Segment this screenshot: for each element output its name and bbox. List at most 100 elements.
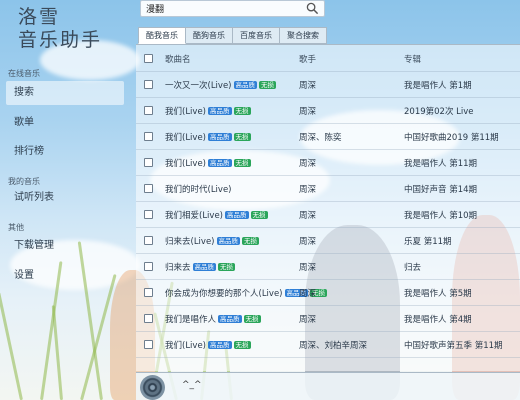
album-cell: 我是唱作人 第1期 <box>404 81 472 91</box>
quality-badge: 无损 <box>233 341 251 349</box>
song-name-cell: 我们(Live) 高品质 无损 <box>165 131 251 143</box>
sidebar-item-trial-list[interactable]: 试听列表 <box>6 186 124 210</box>
row-checkbox[interactable] <box>144 288 153 297</box>
song-name-cell: 我们(Live) 高品质 无损 <box>165 105 251 117</box>
row-checkbox[interactable] <box>144 80 153 89</box>
album-cell: 中国好歌声第五季 第11期 <box>404 341 503 351</box>
quality-badge: 无损 <box>233 107 251 115</box>
artist-cell: 周深 <box>299 211 317 221</box>
row-checkbox[interactable] <box>144 158 153 167</box>
album-cell: 我是唱作人 第4期 <box>404 315 472 325</box>
album-cell: 我是唱作人 第10期 <box>404 211 478 221</box>
quality-badge: 高品质 <box>225 211 249 219</box>
artist-cell: 周深 <box>299 315 317 325</box>
player-status-text: ^_^ <box>182 380 202 390</box>
row-checkbox[interactable] <box>144 262 153 271</box>
table-row[interactable]: 我们的时代(Live) 周深 中国好声音 第14期 <box>136 175 520 202</box>
song-name: 一次又一次(Live) <box>165 81 232 91</box>
app-title-line2: 音乐助手 <box>18 29 103 51</box>
song-name-cell: 我们相爱(Live) 高品质 无损 <box>165 209 268 221</box>
song-name-cell: 我们是唱作人 高品质 无损 <box>165 313 261 325</box>
section-label-online-music: 在线音乐 <box>8 69 40 78</box>
artist-cell: 周深 <box>299 289 317 299</box>
quality-badge: 高品质 <box>192 263 217 271</box>
song-name: 我们相爱(Live) <box>165 211 223 221</box>
select-all-checkbox[interactable] <box>144 54 153 63</box>
header-album: 专辑 <box>404 55 422 65</box>
search-input[interactable] <box>141 1 296 16</box>
artist-cell: 周深 <box>299 107 317 117</box>
album-cell: 乐夏 第11期 <box>404 237 452 247</box>
quality-badge: 无损 <box>250 211 268 219</box>
artist-cell: 周深 <box>299 81 317 91</box>
app-window: 洛雪 音乐助手 在线音乐 搜索 歌单 排行榜 我的音乐 试听列表 其他 下载管理… <box>0 0 520 400</box>
quality-badge: 无损 <box>233 133 251 141</box>
song-name: 我们(Live) <box>165 107 206 117</box>
song-name-cell: 我们(Live) 高品质 无损 <box>165 339 251 351</box>
header-song-name: 歌曲名 <box>165 55 191 65</box>
quality-badge: 高品质 <box>233 81 257 89</box>
row-checkbox[interactable] <box>144 210 153 219</box>
row-checkbox[interactable] <box>144 106 153 115</box>
quality-badge: 无损 <box>243 315 261 323</box>
song-name: 我们(Live) <box>165 159 206 169</box>
table-row[interactable]: 你会成为你想要的那个人(Live) 高品质 无损 周深 我是唱作人 第5期 <box>136 279 520 306</box>
row-checkbox[interactable] <box>144 236 153 245</box>
album-cell: 我是唱作人 第11期 <box>404 159 478 169</box>
song-name-cell: 一次又一次(Live) 高品质 无损 <box>165 79 276 91</box>
table-row[interactable]: 我们是唱作人 高品质 无损 周深 我是唱作人 第4期 <box>136 305 520 332</box>
artist-cell: 周深 <box>299 263 317 273</box>
table-row[interactable]: 一次又一次(Live) 高品质 无损 周深 我是唱作人 第1期 <box>136 71 520 98</box>
quality-badge: 无损 <box>218 263 236 271</box>
song-name: 归来去(Live) <box>165 237 215 247</box>
player-bar: ^_^ <box>136 372 520 400</box>
album-cell: 中国好歌曲2019 第11期 <box>404 133 499 143</box>
sidebar-item-downloads[interactable]: 下载管理 <box>6 234 124 258</box>
results-table: 歌曲名 歌手 专辑 一次又一次(Live) 高品质 无损 周深 我是唱作人 第1期 我们(… <box>136 44 520 371</box>
table-row[interactable]: 我们(Live) 高品质 无损 周深 我是唱作人 第11期 <box>136 149 520 176</box>
tab-baidu[interactable]: 百度音乐 <box>233 27 280 44</box>
song-name: 我们(Live) <box>165 133 206 143</box>
album-cell: 我是唱作人 第5期 <box>404 289 472 299</box>
song-name: 我们是唱作人 <box>165 315 217 325</box>
album-cell: 中国好声音 第14期 <box>404 185 478 195</box>
song-name-cell: 归来去(Live) 高品质 无损 <box>165 235 259 247</box>
tab-kugou[interactable]: 酷狗音乐 <box>186 27 233 44</box>
section-label-other: 其他 <box>8 223 24 232</box>
table-row[interactable]: 我们相爱(Live) 高品质 无损 周深 我是唱作人 第10期 <box>136 201 520 228</box>
artist-cell: 周深、陈奕 <box>299 133 342 143</box>
song-name-cell: 我们的时代(Live) <box>165 183 232 195</box>
tab-aggregate[interactable]: 聚合搜索 <box>280 27 327 44</box>
table-header: 歌曲名 歌手 专辑 <box>136 45 520 72</box>
tab-kuwo[interactable]: 酷我音乐 <box>138 27 186 44</box>
table-row[interactable]: 归来去(Live) 高品质 无损 周深 乐夏 第11期 <box>136 227 520 254</box>
sidebar: 洛雪 音乐助手 在线音乐 搜索 歌单 排行榜 我的音乐 试听列表 其他 下载管理… <box>0 0 132 400</box>
sidebar-item-songlist[interactable]: 歌单 <box>6 111 124 135</box>
quality-badge: 高品质 <box>208 133 232 141</box>
row-checkbox[interactable] <box>144 132 153 141</box>
table-row[interactable]: 我们(Live) 高品质 无损 周深 2019第02次 Live <box>136 97 520 124</box>
table-row[interactable]: 我们(Live) 高品质 无损 周深、刘柏辛周深 中国好歌声第五季 第11期 <box>136 331 520 358</box>
table-row[interactable]: 归来去 高品质 无损 周深 归去 <box>136 253 520 280</box>
song-name: 你会成为你想要的那个人(Live) <box>165 289 283 299</box>
quality-badge: 高品质 <box>216 237 240 245</box>
album-cell: 归去 <box>404 263 422 273</box>
table-row[interactable]: 我们(Live) 高品质 无损 周深、陈奕 中国好歌曲2019 第11期 <box>136 123 520 150</box>
quality-badge: 高品质 <box>208 159 232 167</box>
search-icon[interactable] <box>306 2 319 15</box>
sidebar-item-search[interactable]: 搜索 <box>6 81 124 105</box>
song-name: 归来去 <box>165 263 191 273</box>
artist-cell: 周深、刘柏辛周深 <box>299 341 368 351</box>
row-checkbox[interactable] <box>144 314 153 323</box>
artist-cell: 周深 <box>299 185 317 195</box>
song-name: 我们的时代(Live) <box>165 185 232 195</box>
song-name-cell: 归来去 高品质 无损 <box>165 261 236 273</box>
quality-badge: 高品质 <box>208 107 232 115</box>
sidebar-item-leaderboard[interactable]: 排行榜 <box>6 140 124 164</box>
album-disc-icon[interactable] <box>140 375 165 400</box>
row-checkbox[interactable] <box>144 184 153 193</box>
album-cell: 2019第02次 Live <box>404 107 474 117</box>
artist-cell: 周深 <box>299 237 317 247</box>
row-checkbox[interactable] <box>144 340 153 349</box>
sidebar-item-settings[interactable]: 设置 <box>6 264 124 288</box>
